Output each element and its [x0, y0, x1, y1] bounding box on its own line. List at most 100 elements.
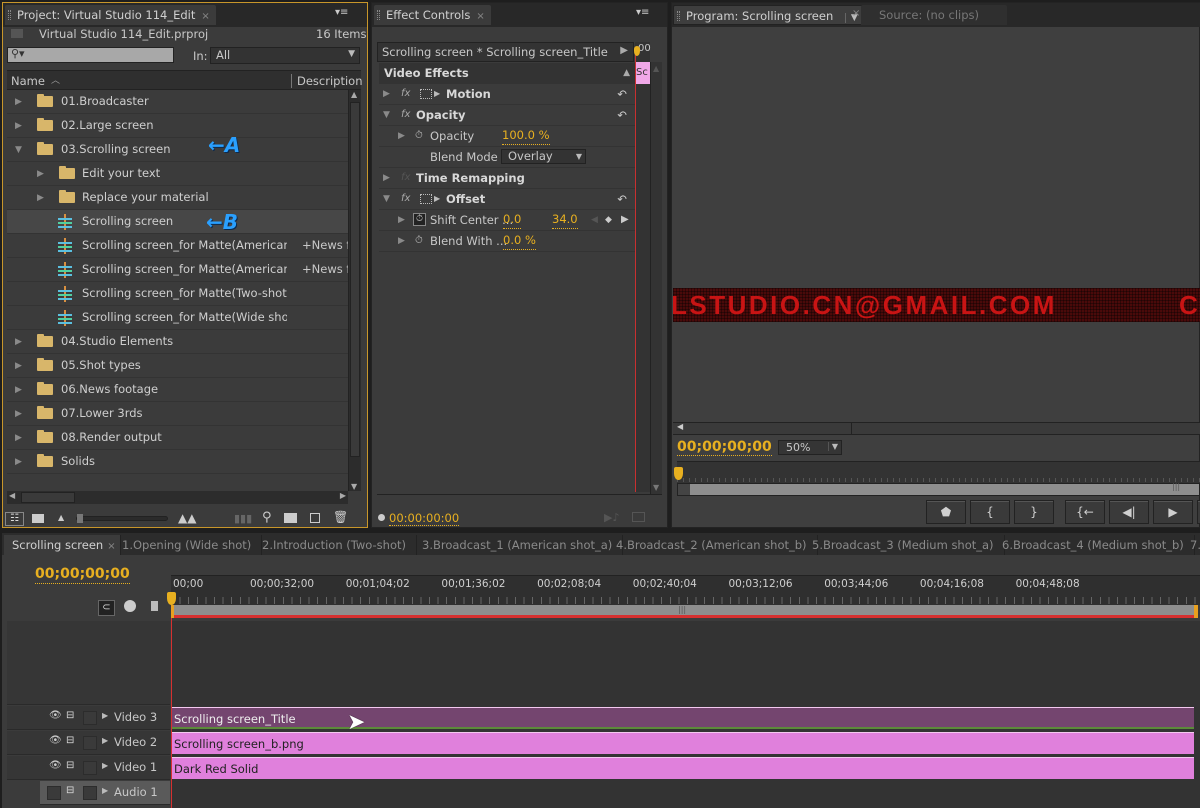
project-vscrollbar[interactable]: ▲ ▼	[348, 90, 361, 491]
scroll-up-icon[interactable]: ▲	[351, 90, 357, 99]
transform-icon[interactable]	[420, 89, 432, 99]
loop-audio-icon[interactable]	[632, 512, 645, 522]
expand-triangle-icon[interactable]: ▶	[15, 427, 22, 450]
timeline-timecode[interactable]: 00;00;00;00	[35, 566, 130, 584]
project-folder-row[interactable]: ▶ Edit your text	[7, 162, 348, 186]
ec-timecode[interactable]: 00:00:00:00	[389, 512, 460, 526]
fx-icon[interactable]: fx	[401, 189, 410, 209]
track-lock-toggle[interactable]	[83, 786, 97, 800]
project-sequence-row[interactable]: Scrolling screen_for Matte(Two-shot)	[7, 282, 348, 306]
zoom-bar-left-handle[interactable]	[678, 484, 690, 495]
ec-effect-motion[interactable]: ▶ fx ▶ Motion ↶	[379, 84, 635, 105]
eye-icon[interactable]: 👁	[49, 760, 62, 771]
scroll-up-icon[interactable]: ▲	[653, 64, 659, 73]
expand-triangle-icon[interactable]: ▶	[37, 187, 44, 210]
project-folder-row[interactable]: ▶ 06.News footage	[7, 378, 348, 402]
mark-in-button[interactable]: {	[970, 500, 1010, 524]
project-folder-row[interactable]: ▶ Replace your material	[7, 186, 348, 210]
expand-triangle-icon[interactable]: ▶	[15, 403, 22, 426]
ec-mini-clip[interactable]: Sc	[636, 62, 650, 84]
expand-triangle-icon[interactable]: ▶	[102, 786, 108, 795]
ec-shift-center-x[interactable]: 0.0	[503, 210, 522, 229]
project-folder-row[interactable]: ▼ 03.Scrolling screen	[7, 138, 348, 162]
project-sequence-row[interactable]: Scrolling screen	[7, 210, 348, 234]
audio-toggle[interactable]	[47, 786, 61, 800]
vscroll-thumb[interactable]	[350, 102, 360, 457]
tab-program[interactable]: Program: Scrolling screen ▼	[673, 5, 865, 25]
ec-effect-opacity[interactable]: ▼ fx Opacity ↶	[379, 105, 635, 126]
tab-sequence[interactable]: 1.Opening (Wide shot)	[112, 535, 263, 555]
expand-triangle-icon[interactable]: ▶	[102, 711, 108, 720]
close-icon[interactable]: ×	[201, 11, 209, 22]
expand-triangle-icon[interactable]: ▶	[15, 355, 22, 378]
collapse-triangle-icon[interactable]: ▼	[383, 189, 390, 209]
tab-source[interactable]: Source: (no clips)	[861, 5, 1007, 25]
timeline-clip[interactable]: Scrolling screen_Title	[172, 707, 1194, 729]
find-icon[interactable]: ⚲	[262, 510, 272, 525]
scroll-down-icon[interactable]: ▼	[351, 482, 357, 491]
project-folder-row[interactable]: ▶ 02.Large screen	[7, 114, 348, 138]
search-input[interactable]: ⚲▾	[7, 47, 174, 63]
drag-grip[interactable]	[377, 10, 380, 20]
expand-triangle-icon[interactable]: ▶	[15, 379, 22, 402]
stopwatch-icon[interactable]: ⏱	[415, 231, 423, 251]
automate-to-sequence-icon[interactable]: ▮▮▮	[234, 512, 252, 525]
go-to-in-button[interactable]: {←	[1065, 500, 1105, 524]
tab-sequence-active[interactable]: Scrolling screen ×	[4, 535, 121, 555]
icon-view-button[interactable]	[32, 514, 44, 523]
work-area-bar[interactable]: |||	[171, 605, 1198, 618]
transform-icon[interactable]	[420, 194, 432, 204]
col-description-header[interactable]: Description	[291, 74, 363, 88]
ec-shift-center-y[interactable]: 34.0	[552, 210, 578, 229]
panel-menu-icon[interactable]: ▾≡	[636, 7, 649, 18]
thumbnail-size-slider[interactable]	[76, 514, 168, 523]
fx-icon[interactable]: fx	[401, 84, 410, 104]
playhead-marker-icon[interactable]	[634, 46, 640, 56]
tab-effect-controls[interactable]: Effect Controls ×	[374, 5, 491, 25]
scroll-left-icon[interactable]: ◀	[9, 491, 15, 500]
expand-timeline-icon[interactable]: ▶	[620, 45, 628, 56]
hscroll-thumb[interactable]	[21, 492, 75, 503]
zoom-in-icon[interactable]: ▲▲	[178, 511, 196, 525]
marker-icon[interactable]	[151, 601, 158, 611]
project-sequence-row[interactable]: Scrolling screen_for Matte(American shc +…	[7, 258, 348, 282]
collapse-triangle-icon[interactable]: ▼	[383, 105, 390, 125]
track-lock-toggle[interactable]	[83, 711, 97, 725]
new-bin-icon[interactable]	[284, 513, 297, 523]
program-timecode[interactable]: 00;00;00;00	[677, 439, 772, 456]
eye-icon[interactable]: 👁	[49, 735, 62, 746]
timeline-playhead-icon[interactable]	[167, 592, 176, 605]
tab-sequence[interactable]: 5.Broadcast_3 (Medium shot_a)	[802, 535, 1005, 555]
zoom-bar-grip[interactable]: |||	[1172, 482, 1180, 491]
add-marker-button[interactable]: ⬟	[926, 500, 966, 524]
sync-lock-icon[interactable]: ⊟	[66, 760, 74, 771]
track-lock-toggle[interactable]	[83, 761, 97, 775]
reset-icon[interactable]: ↶	[617, 84, 627, 104]
project-folder-row[interactable]: ▶ 01.Broadcaster	[7, 90, 348, 114]
expand-triangle-icon[interactable]: ▶	[15, 91, 22, 114]
mark-out-button[interactable]: }	[1014, 500, 1054, 524]
sync-lock-icon[interactable]: ⊟	[66, 735, 74, 746]
ec-vscrollbar[interactable]: ▲ ▼	[650, 62, 662, 494]
new-item-icon[interactable]	[310, 513, 320, 523]
expand-triangle-icon[interactable]: ▶	[398, 126, 405, 146]
project-folder-row[interactable]: ▶ 07.Lower 3rds	[7, 402, 348, 426]
work-area-grip[interactable]: |||	[678, 605, 686, 614]
collapse-triangle-icon[interactable]: ▼	[15, 139, 22, 162]
expand-triangle-icon[interactable]: ▶	[102, 736, 108, 745]
sync-lock-icon[interactable]: ⊟	[66, 710, 74, 721]
tab-sequence[interactable]: 6.Broadcast_4 (Medium shot_b)	[992, 535, 1195, 555]
play-button[interactable]: ▶	[1153, 500, 1193, 524]
scroll-left-icon[interactable]: ◀	[677, 422, 683, 431]
track-lock-toggle[interactable]	[83, 736, 97, 750]
zoom-out-icon[interactable]: ▲	[58, 513, 64, 522]
expand-triangle-icon[interactable]: ▶	[383, 84, 390, 104]
snap-toggle-icon[interactable]: ⊂	[98, 600, 115, 616]
program-zoom-bar[interactable]: |||	[677, 482, 1200, 496]
step-back-button[interactable]: ◀|	[1109, 500, 1149, 524]
tab-sequence[interactable]: 7.S	[1180, 535, 1200, 555]
close-icon[interactable]: ×	[476, 11, 484, 22]
ec-effect-offset[interactable]: ▼ fx ▶ Offset ↶	[379, 189, 635, 210]
add-keyframe-icon[interactable]: ◆	[605, 210, 612, 230]
project-sequence-row[interactable]: Scrolling screen_for Matte(American shc +…	[7, 234, 348, 258]
